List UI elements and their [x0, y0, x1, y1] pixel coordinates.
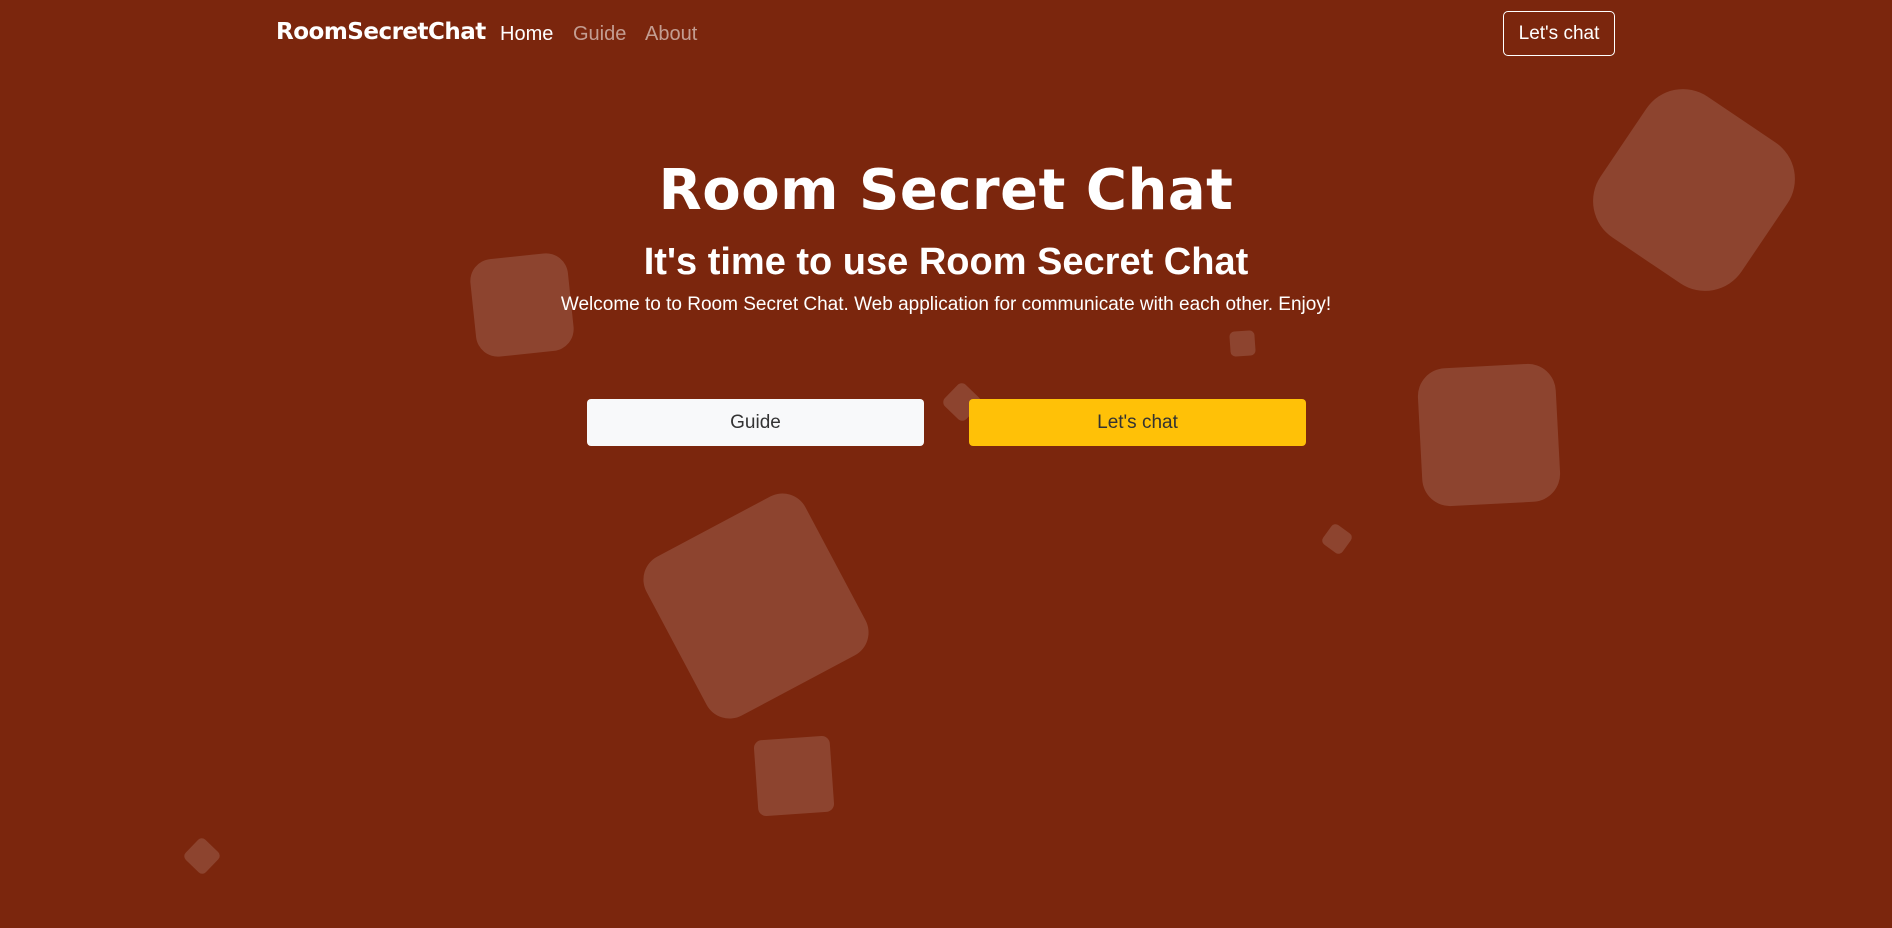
nav-lets-chat-button[interactable]: Let's chat [1503, 11, 1615, 56]
decorative-square [634, 484, 878, 728]
nav-link-guide[interactable]: Guide [573, 23, 626, 46]
decorative-square [1229, 330, 1256, 357]
nav-link-home[interactable]: Home [500, 23, 553, 46]
decorative-square [753, 735, 835, 817]
hero-subtitle: It's time to use Room Secret Chat [643, 241, 1249, 283]
hero-title: Room Secret Chat [658, 158, 1234, 223]
brand-logo[interactable]: RoomSecretChat [276, 19, 486, 45]
lets-chat-button[interactable]: Let's chat [969, 399, 1306, 446]
decorative-square [1416, 362, 1562, 508]
decorative-square [1320, 522, 1354, 556]
guide-button[interactable]: Guide [587, 399, 924, 446]
decorative-square [182, 836, 222, 876]
navbar: RoomSecretChat Home Guide About Let's ch… [0, 0, 1892, 70]
hero-description: Welcome to to Room Secret Chat. Web appl… [560, 294, 1332, 315]
nav-link-about[interactable]: About [645, 23, 697, 46]
